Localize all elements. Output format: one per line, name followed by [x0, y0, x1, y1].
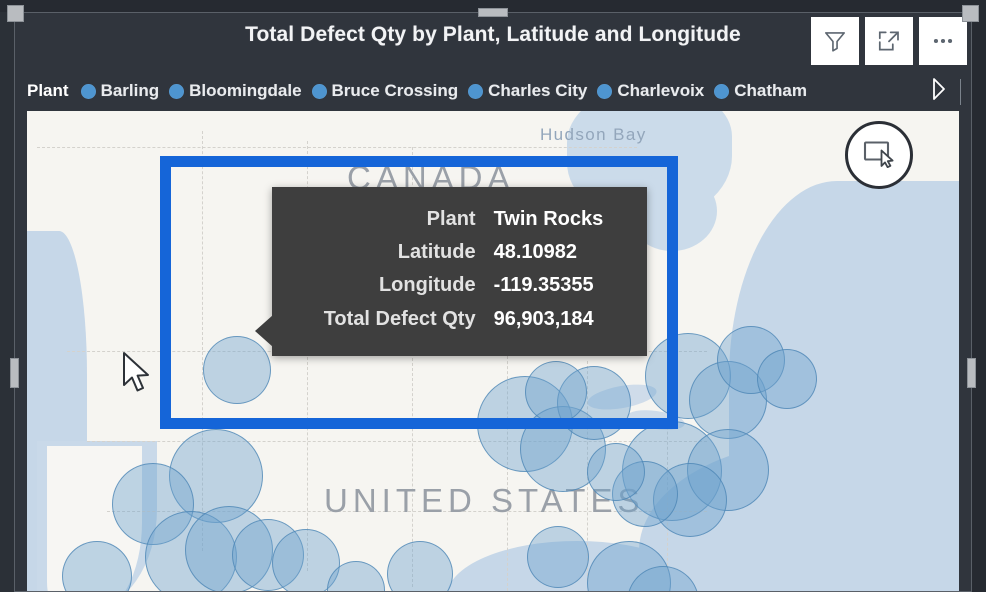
- legend-item-barling[interactable]: Barling: [80, 81, 160, 101]
- chevron-right-icon: [928, 75, 948, 108]
- filter-button[interactable]: [811, 17, 859, 65]
- tooltip-key: Total Defect Qty: [323, 307, 476, 330]
- tooltip-key: Latitude: [397, 241, 476, 264]
- tooltip-table: Plant Twin Rocks Latitude 48.10982 Longi…: [290, 203, 625, 336]
- tooltip-row: Total Defect Qty 96,903,184: [290, 303, 625, 336]
- tooltip-value: Twin Rocks: [493, 208, 604, 230]
- more-options-button[interactable]: [919, 17, 967, 65]
- tooltip-value: 48.10982: [493, 241, 577, 264]
- resize-handle-middle-right[interactable]: [967, 358, 976, 388]
- legend-color-dot: [597, 83, 613, 99]
- tooltip-row: Plant Twin Rocks: [290, 203, 625, 236]
- legend-item-label: Charlevoix: [617, 81, 705, 100]
- resize-handle-top-center[interactable]: [478, 8, 508, 17]
- legend-color-dot: [169, 83, 185, 99]
- legend-item-label: Bruce Crossing: [331, 81, 459, 100]
- map-canvas[interactable]: Hudson Bay CANADA UNITED STATES Plant Tw…: [27, 111, 959, 591]
- legend-item-bloomingdale[interactable]: Bloomingdale: [169, 81, 302, 101]
- report-canvas: Total Defect Qty by Plant, Latitude and …: [0, 0, 986, 592]
- resize-handle-top-right[interactable]: [962, 5, 979, 22]
- tooltip-value: 96,903,184: [493, 307, 594, 330]
- tooltip-row: Longitude -119.35355: [290, 269, 625, 302]
- legend-item-label: Chatham: [734, 81, 807, 100]
- map-tooltip: Plant Twin Rocks Latitude 48.10982 Longi…: [255, 187, 647, 356]
- legend-item-charlevoix[interactable]: Charlevoix: [597, 81, 704, 101]
- tooltip-pointer: [255, 315, 273, 347]
- tooltip-value: -119.35355: [493, 274, 594, 297]
- legend-next-page-button[interactable]: [927, 76, 949, 106]
- funnel-icon: [822, 28, 848, 54]
- legend-item-charles-city[interactable]: Charles City: [468, 81, 587, 101]
- canvas-right-edge: [972, 0, 986, 592]
- legend-item-label: Bloomingdale: [189, 81, 302, 100]
- select-tool-button[interactable]: [845, 121, 913, 189]
- legend-divider: [960, 79, 961, 105]
- legend-item-bruce-crossing[interactable]: Bruce Crossing: [311, 81, 459, 101]
- tooltip-key: Plant: [426, 208, 476, 230]
- tooltip-key: Longitude: [378, 274, 476, 297]
- visual-header: Total Defect Qty by Plant, Latitude and …: [15, 13, 971, 71]
- legend-item-label: Charles City: [488, 81, 588, 100]
- canvas-left-edge: [0, 0, 14, 592]
- legend-color-dot: [468, 83, 484, 99]
- bubble[interactable]: [757, 349, 817, 409]
- legend-color-dot: [80, 83, 96, 99]
- expand-icon: [876, 28, 902, 54]
- bubble[interactable]: [525, 361, 587, 423]
- resize-handle-middle-left[interactable]: [10, 358, 19, 388]
- legend: Plant Barling Bloomingdale Bruce Crossin…: [15, 71, 971, 111]
- border-line: [87, 441, 707, 442]
- map-visual[interactable]: Total Defect Qty by Plant, Latitude and …: [7, 5, 979, 592]
- resize-handle-top-left[interactable]: [7, 5, 24, 22]
- legend-color-dot: [311, 83, 327, 99]
- border-line: [37, 147, 637, 148]
- legend-color-dot: [714, 83, 730, 99]
- legend-item-chatham[interactable]: Chatham: [714, 81, 807, 101]
- bubble[interactable]: [587, 443, 645, 501]
- legend-title: Plant: [27, 81, 69, 100]
- ellipsis-icon: [930, 28, 956, 54]
- bubble[interactable]: [527, 526, 589, 588]
- focus-mode-button[interactable]: [865, 17, 913, 65]
- visual-header-actions: [811, 17, 967, 65]
- rectangle-select-icon: [862, 138, 896, 173]
- tooltip-row: Latitude 48.10982: [290, 236, 625, 269]
- legend-item-label: Barling: [100, 81, 160, 100]
